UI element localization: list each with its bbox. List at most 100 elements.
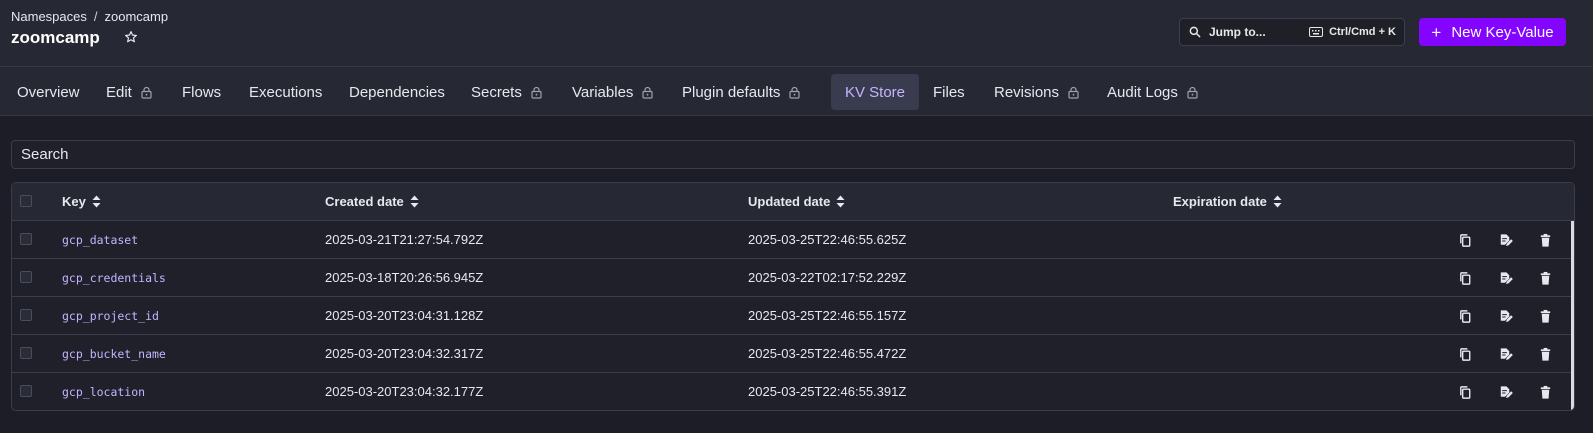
sort-icon xyxy=(410,195,419,208)
lock-icon xyxy=(531,86,542,99)
tab-label: Revisions xyxy=(994,83,1060,101)
row-checkbox[interactable] xyxy=(20,233,32,245)
tab-label: Plugin defaults xyxy=(682,83,781,101)
tab-label: Secrets xyxy=(471,83,522,101)
tab-label: Edit xyxy=(106,83,132,101)
delete-icon[interactable] xyxy=(1538,385,1553,400)
table-row: gcp_dataset 2025-03-21T21:27:54.792Z 202… xyxy=(12,221,1574,259)
namespace-header: Namespaces / zoomcamp zoomcamp Jump to..… xyxy=(0,0,1593,67)
tab-label: Variables xyxy=(572,83,634,101)
tab-overview[interactable]: Overview xyxy=(3,74,94,110)
table-scrollbar[interactable] xyxy=(1571,221,1574,410)
keyboard-icon xyxy=(1309,27,1324,37)
edit-icon[interactable] xyxy=(1498,309,1513,324)
new-key-value-button[interactable]: + New Key-Value xyxy=(1419,18,1566,46)
tab-dependencies[interactable]: Dependencies xyxy=(335,74,459,110)
edit-icon[interactable] xyxy=(1498,271,1513,286)
edit-icon[interactable] xyxy=(1498,385,1513,400)
copy-icon[interactable] xyxy=(1458,347,1473,362)
search-icon xyxy=(1189,26,1201,38)
jump-shortcut: Ctrl/Cmd + K xyxy=(1329,26,1396,38)
lock-icon xyxy=(1187,86,1198,99)
created-date: 2025-03-18T20:26:56.945Z xyxy=(325,270,484,285)
tab-edit[interactable]: Edit xyxy=(92,74,166,110)
tab-variables[interactable]: Variables xyxy=(558,74,667,110)
lock-icon xyxy=(642,86,654,99)
tab-label: Files xyxy=(933,83,965,101)
edit-icon[interactable] xyxy=(1498,233,1513,248)
tab-label: Executions xyxy=(249,83,323,101)
created-date: 2025-03-20T23:04:31.128Z xyxy=(325,308,484,323)
breadcrumb-current: zoomcamp xyxy=(104,9,169,24)
lock-icon xyxy=(141,86,152,99)
sort-icon xyxy=(92,195,101,208)
copy-icon[interactable] xyxy=(1458,233,1473,248)
delete-icon[interactable] xyxy=(1538,233,1553,248)
updated-date: 2025-03-25T22:46:55.472Z xyxy=(748,346,907,361)
column-header-key[interactable]: Key xyxy=(62,183,101,220)
table-header: Key Created date Updated date Expiration… xyxy=(12,183,1574,221)
row-actions xyxy=(1444,297,1574,334)
page-title: zoomcamp xyxy=(11,28,100,47)
tab-label: Flows xyxy=(182,83,222,101)
plus-icon: + xyxy=(1431,22,1442,42)
search-field xyxy=(11,140,1575,169)
updated-date: 2025-03-22T02:17:52.229Z xyxy=(748,270,907,285)
delete-icon[interactable] xyxy=(1538,309,1553,324)
row-checkbox[interactable] xyxy=(20,309,32,321)
tab-revisions[interactable]: Revisions xyxy=(980,74,1093,110)
delete-icon[interactable] xyxy=(1538,271,1553,286)
column-header-label: Key xyxy=(62,194,86,209)
kv-key[interactable]: gcp_credentials xyxy=(62,259,166,296)
row-checkbox[interactable] xyxy=(20,347,32,359)
namespace-tabs: Overview Edit Flows Executions Dependenc… xyxy=(0,67,1593,116)
tab-label: Audit Logs xyxy=(1107,83,1178,101)
kv-table: Key Created date Updated date Expiration… xyxy=(11,182,1575,411)
column-header-expiration[interactable]: Expiration date xyxy=(1173,183,1282,220)
star-icon[interactable] xyxy=(124,30,138,47)
sort-icon xyxy=(1273,195,1282,208)
copy-icon[interactable] xyxy=(1458,385,1473,400)
sort-icon xyxy=(836,195,845,208)
tab-executions[interactable]: Executions xyxy=(235,74,336,110)
row-actions xyxy=(1444,259,1574,296)
kv-key[interactable]: gcp_dataset xyxy=(62,221,138,258)
row-checkbox[interactable] xyxy=(20,385,32,397)
copy-icon[interactable] xyxy=(1458,309,1473,324)
tab-plugin-defaults[interactable]: Plugin defaults xyxy=(668,74,814,110)
lock-icon xyxy=(1068,86,1079,99)
created-date: 2025-03-21T21:27:54.792Z xyxy=(325,232,484,247)
updated-date: 2025-03-25T22:46:55.391Z xyxy=(748,384,907,399)
column-header-created[interactable]: Created date xyxy=(325,183,419,220)
row-checkbox[interactable] xyxy=(20,271,32,283)
breadcrumb-separator: / xyxy=(93,9,98,24)
column-header-label: Created date xyxy=(325,194,404,209)
tab-audit-logs[interactable]: Audit Logs xyxy=(1093,74,1212,110)
column-header-updated[interactable]: Updated date xyxy=(748,183,845,220)
tab-kv-store[interactable]: KV Store xyxy=(831,74,919,110)
table-row: gcp_credentials 2025-03-18T20:26:56.945Z… xyxy=(12,259,1574,297)
delete-icon[interactable] xyxy=(1538,347,1553,362)
table-row: gcp_project_id 2025-03-20T23:04:31.128Z … xyxy=(12,297,1574,335)
kv-key[interactable]: gcp_project_id xyxy=(62,297,159,334)
jump-to-button[interactable]: Jump to... Ctrl/Cmd + K xyxy=(1179,18,1405,46)
kv-key[interactable]: gcp_location xyxy=(62,373,145,410)
copy-icon[interactable] xyxy=(1458,271,1473,286)
select-all-checkbox[interactable] xyxy=(20,195,32,207)
tab-files[interactable]: Files xyxy=(919,74,979,110)
kv-key[interactable]: gcp_bucket_name xyxy=(62,335,166,372)
edit-icon[interactable] xyxy=(1498,347,1513,362)
created-date: 2025-03-20T23:04:32.177Z xyxy=(325,384,484,399)
tab-flows[interactable]: Flows xyxy=(168,74,235,110)
table-row: gcp_location 2025-03-20T23:04:32.177Z 20… xyxy=(12,373,1574,410)
tab-label: KV Store xyxy=(844,83,906,101)
jump-to-label: Jump to... xyxy=(1209,25,1266,39)
lock-icon xyxy=(789,86,801,99)
row-actions xyxy=(1444,221,1574,258)
breadcrumb-namespaces-link[interactable]: Namespaces xyxy=(11,9,87,24)
table-row: gcp_bucket_name 2025-03-20T23:04:32.317Z… xyxy=(12,335,1574,373)
created-date: 2025-03-20T23:04:32.317Z xyxy=(325,346,484,361)
search-input[interactable] xyxy=(21,146,1565,163)
column-header-label: Updated date xyxy=(748,194,831,209)
tab-secrets[interactable]: Secrets xyxy=(457,74,556,110)
